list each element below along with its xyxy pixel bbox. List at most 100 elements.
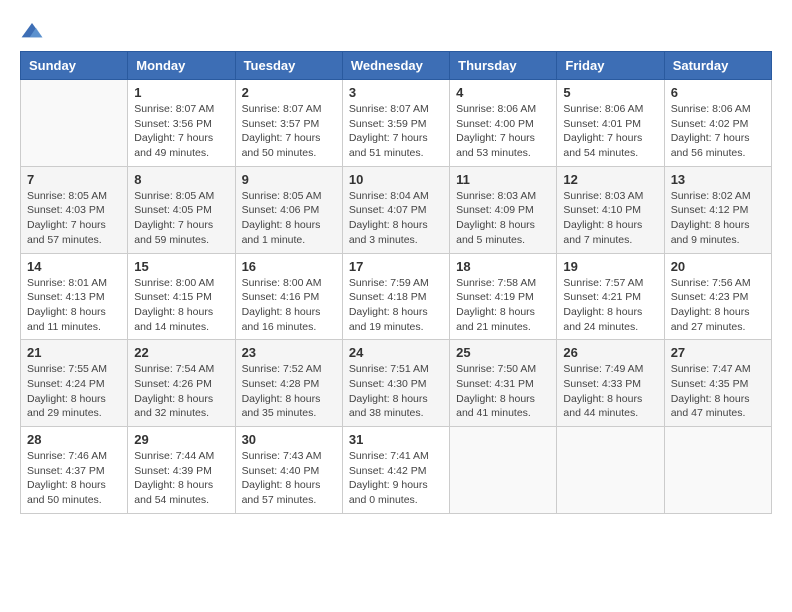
day-number: 8 <box>134 172 228 187</box>
day-number: 25 <box>456 345 550 360</box>
day-number: 29 <box>134 432 228 447</box>
logo-icon <box>20 21 44 41</box>
day-info: Sunrise: 8:01 AMSunset: 4:13 PMDaylight:… <box>27 276 121 335</box>
day-number: 7 <box>27 172 121 187</box>
calendar-cell: 14 Sunrise: 8:01 AMSunset: 4:13 PMDayligh… <box>21 253 128 340</box>
calendar-cell: 1 Sunrise: 8:07 AMSunset: 3:56 PMDaylight… <box>128 80 235 167</box>
day-info: Sunrise: 7:47 AMSunset: 4:35 PMDaylight:… <box>671 362 765 421</box>
calendar-cell <box>557 427 664 514</box>
calendar-cell: 31 Sunrise: 7:41 AMSunset: 4:42 PMDayligh… <box>342 427 449 514</box>
calendar-cell: 7 Sunrise: 8:05 AMSunset: 4:03 PMDaylight… <box>21 166 128 253</box>
day-number: 9 <box>242 172 336 187</box>
day-number: 20 <box>671 259 765 274</box>
day-info: Sunrise: 7:55 AMSunset: 4:24 PMDaylight:… <box>27 362 121 421</box>
calendar-cell: 5 Sunrise: 8:06 AMSunset: 4:01 PMDaylight… <box>557 80 664 167</box>
day-number: 3 <box>349 85 443 100</box>
day-number: 23 <box>242 345 336 360</box>
day-info: Sunrise: 8:07 AMSunset: 3:59 PMDaylight:… <box>349 102 443 161</box>
day-number: 18 <box>456 259 550 274</box>
calendar-cell: 23 Sunrise: 7:52 AMSunset: 4:28 PMDayligh… <box>235 340 342 427</box>
day-info: Sunrise: 8:05 AMSunset: 4:06 PMDaylight:… <box>242 189 336 248</box>
day-info: Sunrise: 7:51 AMSunset: 4:30 PMDaylight:… <box>349 362 443 421</box>
day-number: 11 <box>456 172 550 187</box>
day-info: Sunrise: 7:56 AMSunset: 4:23 PMDaylight:… <box>671 276 765 335</box>
day-info: Sunrise: 8:00 AMSunset: 4:16 PMDaylight:… <box>242 276 336 335</box>
day-number: 24 <box>349 345 443 360</box>
calendar-cell: 3 Sunrise: 8:07 AMSunset: 3:59 PMDaylight… <box>342 80 449 167</box>
day-info: Sunrise: 8:06 AMSunset: 4:01 PMDaylight:… <box>563 102 657 161</box>
calendar-cell: 8 Sunrise: 8:05 AMSunset: 4:05 PMDaylight… <box>128 166 235 253</box>
day-number: 12 <box>563 172 657 187</box>
calendar-cell: 24 Sunrise: 7:51 AMSunset: 4:30 PMDayligh… <box>342 340 449 427</box>
calendar-cell: 9 Sunrise: 8:05 AMSunset: 4:06 PMDaylight… <box>235 166 342 253</box>
calendar-table: SundayMondayTuesdayWednesdayThursdayFrid… <box>20 51 772 514</box>
calendar-cell: 17Sunrise: 7:59 AMSunset: 4:18 PMDayligh… <box>342 253 449 340</box>
day-info: Sunrise: 7:57 AMSunset: 4:21 PMDaylight:… <box>563 276 657 335</box>
day-number: 10 <box>349 172 443 187</box>
day-number: 16 <box>242 259 336 274</box>
day-info: Sunrise: 7:54 AMSunset: 4:26 PMDaylight:… <box>134 362 228 421</box>
day-info: Sunrise: 8:04 AMSunset: 4:07 PMDaylight:… <box>349 189 443 248</box>
day-number: 28 <box>27 432 121 447</box>
day-info: Sunrise: 8:05 AMSunset: 4:05 PMDaylight:… <box>134 189 228 248</box>
calendar-cell <box>21 80 128 167</box>
weekday-header: Saturday <box>664 52 771 80</box>
day-info: Sunrise: 8:03 AMSunset: 4:09 PMDaylight:… <box>456 189 550 248</box>
calendar-cell: 13Sunrise: 8:02 AMSunset: 4:12 PMDayligh… <box>664 166 771 253</box>
day-number: 6 <box>671 85 765 100</box>
calendar-cell: 21 Sunrise: 7:55 AMSunset: 4:24 PMDayligh… <box>21 340 128 427</box>
day-info: Sunrise: 8:06 AMSunset: 4:00 PMDaylight:… <box>456 102 550 161</box>
day-number: 13 <box>671 172 765 187</box>
calendar-cell: 20 Sunrise: 7:56 AMSunset: 4:23 PMDayligh… <box>664 253 771 340</box>
day-info: Sunrise: 8:05 AMSunset: 4:03 PMDaylight:… <box>27 189 121 248</box>
day-info: Sunrise: 7:46 AMSunset: 4:37 PMDaylight:… <box>27 449 121 508</box>
day-info: Sunrise: 7:43 AMSunset: 4:40 PMDaylight:… <box>242 449 336 508</box>
calendar-cell: 28 Sunrise: 7:46 AMSunset: 4:37 PMDayligh… <box>21 427 128 514</box>
day-number: 15 <box>134 259 228 274</box>
calendar-cell <box>664 427 771 514</box>
calendar-cell: 16 Sunrise: 8:00 AMSunset: 4:16 PMDayligh… <box>235 253 342 340</box>
day-info: Sunrise: 7:58 AMSunset: 4:19 PMDaylight:… <box>456 276 550 335</box>
calendar-cell: 2 Sunrise: 8:07 AMSunset: 3:57 PMDaylight… <box>235 80 342 167</box>
day-info: Sunrise: 7:44 AMSunset: 4:39 PMDaylight:… <box>134 449 228 508</box>
calendar-cell: 30 Sunrise: 7:43 AMSunset: 4:40 PMDayligh… <box>235 427 342 514</box>
day-info: Sunrise: 7:50 AMSunset: 4:31 PMDaylight:… <box>456 362 550 421</box>
calendar-cell: 4Sunrise: 8:06 AMSunset: 4:00 PMDaylight… <box>450 80 557 167</box>
day-info: Sunrise: 8:07 AMSunset: 3:56 PMDaylight:… <box>134 102 228 161</box>
day-number: 1 <box>134 85 228 100</box>
calendar-cell: 15 Sunrise: 8:00 AMSunset: 4:15 PMDayligh… <box>128 253 235 340</box>
calendar-cell: 18 Sunrise: 7:58 AMSunset: 4:19 PMDayligh… <box>450 253 557 340</box>
day-number: 19 <box>563 259 657 274</box>
day-info: Sunrise: 8:03 AMSunset: 4:10 PMDaylight:… <box>563 189 657 248</box>
day-info: Sunrise: 7:59 AMSunset: 4:18 PMDaylight:… <box>349 276 443 335</box>
day-info: Sunrise: 8:06 AMSunset: 4:02 PMDaylight:… <box>671 102 765 161</box>
calendar-cell: 12 Sunrise: 8:03 AMSunset: 4:10 PMDayligh… <box>557 166 664 253</box>
page-header <box>20 20 772 41</box>
day-number: 21 <box>27 345 121 360</box>
day-info: Sunrise: 7:41 AMSunset: 4:42 PMDaylight:… <box>349 449 443 508</box>
calendar-cell: 22 Sunrise: 7:54 AMSunset: 4:26 PMDayligh… <box>128 340 235 427</box>
day-info: Sunrise: 8:07 AMSunset: 3:57 PMDaylight:… <box>242 102 336 161</box>
day-info: Sunrise: 7:49 AMSunset: 4:33 PMDaylight:… <box>563 362 657 421</box>
calendar-cell: 27 Sunrise: 7:47 AMSunset: 4:35 PMDayligh… <box>664 340 771 427</box>
day-number: 31 <box>349 432 443 447</box>
calendar-cell: 26 Sunrise: 7:49 AMSunset: 4:33 PMDayligh… <box>557 340 664 427</box>
day-number: 26 <box>563 345 657 360</box>
day-number: 14 <box>27 259 121 274</box>
calendar-cell: 25 Sunrise: 7:50 AMSunset: 4:31 PMDayligh… <box>450 340 557 427</box>
day-number: 22 <box>134 345 228 360</box>
day-number: 27 <box>671 345 765 360</box>
calendar-cell: 10 Sunrise: 8:04 AMSunset: 4:07 PMDayligh… <box>342 166 449 253</box>
day-info: Sunrise: 8:00 AMSunset: 4:15 PMDaylight:… <box>134 276 228 335</box>
calendar-cell: 11 Sunrise: 8:03 AMSunset: 4:09 PMDayligh… <box>450 166 557 253</box>
weekday-header: Wednesday <box>342 52 449 80</box>
day-number: 2 <box>242 85 336 100</box>
day-number: 30 <box>242 432 336 447</box>
day-number: 5 <box>563 85 657 100</box>
calendar-cell: 6 Sunrise: 8:06 AMSunset: 4:02 PMDaylight… <box>664 80 771 167</box>
weekday-header: Tuesday <box>235 52 342 80</box>
weekday-header: Thursday <box>450 52 557 80</box>
calendar-cell: 19 Sunrise: 7:57 AMSunset: 4:21 PMDayligh… <box>557 253 664 340</box>
day-info: Sunrise: 7:52 AMSunset: 4:28 PMDaylight:… <box>242 362 336 421</box>
logo <box>20 20 48 41</box>
